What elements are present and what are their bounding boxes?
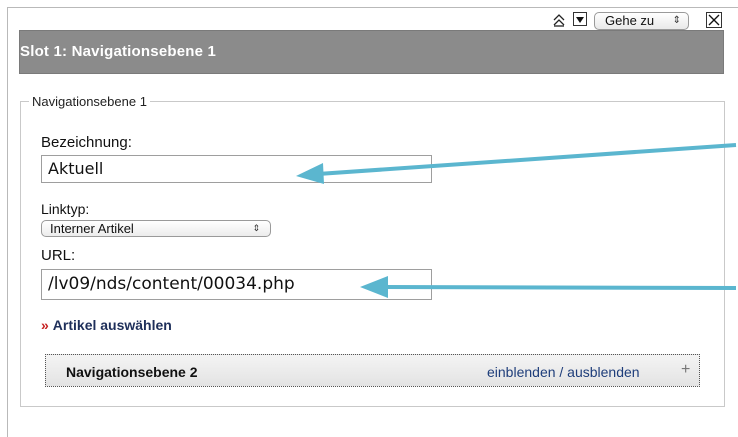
annotation-arrow-bezeichnung xyxy=(296,143,737,184)
annotation-arrow-url xyxy=(360,276,737,298)
annotation-arrows xyxy=(296,143,737,298)
